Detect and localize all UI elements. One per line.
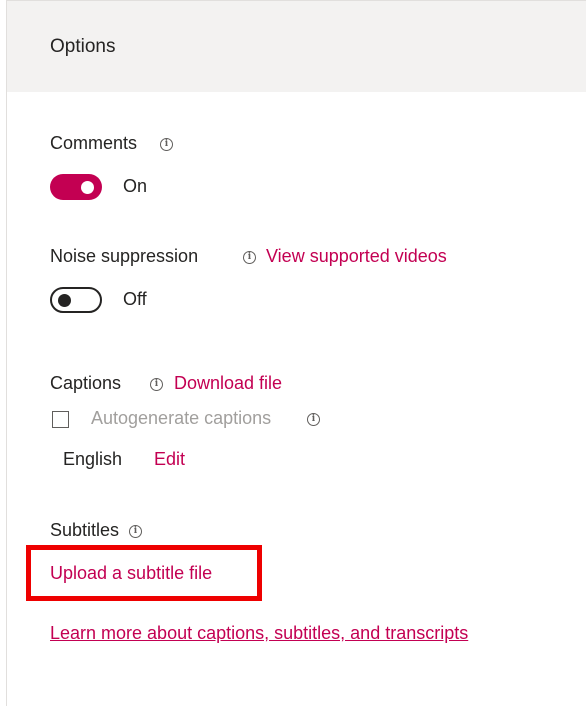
noise-suppression-label: Noise suppression (50, 246, 199, 266)
autogenerate-captions-label: Autogenerate captions (91, 408, 272, 428)
noise-suppression-toggle[interactable] (50, 287, 102, 313)
subtitles-label: Subtitles (50, 520, 120, 540)
edit-caption-link[interactable]: Edit (154, 449, 185, 470)
panel-header: Options (7, 0, 586, 92)
autogenerate-captions-checkbox[interactable] (52, 411, 69, 428)
info-icon[interactable]: i (160, 138, 173, 151)
learn-more-link[interactable]: Learn more about captions, subtitles, an… (50, 623, 468, 644)
toggle-knob (81, 180, 94, 194)
captions-label: Captions (50, 373, 122, 393)
download-file-link[interactable]: Download file (174, 373, 282, 394)
comments-toggle-state: On (123, 176, 148, 196)
upload-subtitle-file-link[interactable]: Upload a subtitle file (50, 563, 212, 584)
info-icon[interactable]: i (243, 251, 256, 264)
toggle-knob (58, 293, 71, 307)
panel-title: Options (50, 36, 116, 57)
comments-label: Comments (50, 133, 138, 153)
info-icon[interactable]: i (150, 378, 163, 391)
info-icon[interactable]: i (129, 525, 142, 538)
info-icon[interactable]: i (307, 413, 320, 426)
noise-suppression-toggle-state: Off (123, 289, 147, 309)
comments-toggle[interactable] (50, 174, 102, 200)
view-supported-videos-link[interactable]: View supported videos (266, 246, 447, 267)
caption-language: English (63, 449, 123, 469)
options-panel: Options Comments i On Noise suppression … (6, 0, 586, 706)
